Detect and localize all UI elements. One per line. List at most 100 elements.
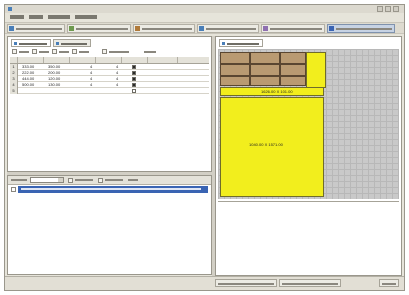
toolbar-button-label <box>76 28 128 30</box>
subbar-label <box>79 51 89 53</box>
strip-block[interactable]: 1626.00 X 101.00 <box>220 87 324 96</box>
toolbar-button[interactable] <box>7 24 65 33</box>
add-stock-icon[interactable] <box>68 178 73 183</box>
status-bar <box>5 276 404 290</box>
subbar-label <box>109 51 129 53</box>
tab-sheets[interactable] <box>53 39 91 47</box>
toolbar-button-label <box>16 28 62 30</box>
optimize-icon[interactable] <box>102 49 107 54</box>
column-header[interactable] <box>70 57 96 63</box>
status-field <box>279 279 341 287</box>
grid-header <box>10 57 209 64</box>
part-block[interactable] <box>220 64 250 76</box>
row-checkbox[interactable] <box>132 65 136 69</box>
title-bar <box>5 5 404 13</box>
column-header[interactable] <box>122 57 148 63</box>
subbar-label[interactable] <box>144 51 156 53</box>
menu-item[interactable] <box>48 15 70 19</box>
stock-select[interactable] <box>30 177 64 183</box>
layout-tab-icon <box>222 42 225 45</box>
column-header[interactable] <box>18 57 44 63</box>
toolbar-button[interactable] <box>67 24 131 33</box>
column-header[interactable] <box>96 57 122 63</box>
toolbar-button[interactable] <box>261 24 325 33</box>
subbar-label <box>105 179 123 181</box>
divider <box>218 201 399 202</box>
stock-label <box>11 179 27 181</box>
parts-tab-icon <box>14 42 17 45</box>
tool-icon <box>69 26 74 31</box>
column-header[interactable] <box>148 57 178 63</box>
part-block[interactable] <box>220 52 250 64</box>
status-text <box>218 283 274 285</box>
sheet-block[interactable]: 1040.00 X 1571.00 <box>220 97 324 197</box>
header-corner <box>10 57 18 63</box>
tab-label <box>227 43 259 45</box>
toolbar-button[interactable] <box>197 24 259 33</box>
tool-icon <box>263 26 268 31</box>
insert-icon[interactable] <box>52 49 57 54</box>
status-text <box>282 283 338 285</box>
tab-label <box>19 43 47 45</box>
stock-toolbar <box>8 176 211 185</box>
layout-pane: 1626.00 X 101.00 1040.00 X 1571.00 <box>215 36 402 276</box>
menu-item[interactable] <box>75 15 97 19</box>
tree-item-label <box>21 188 201 190</box>
toolbar-button-label <box>270 28 322 30</box>
toolbar-button-active[interactable] <box>327 24 395 33</box>
menu-item[interactable] <box>10 15 24 19</box>
part-block[interactable] <box>250 64 280 76</box>
part-block[interactable] <box>250 76 280 86</box>
tab-parts[interactable] <box>11 39 51 47</box>
toolbar-button-label <box>206 28 256 30</box>
tool-icon <box>135 26 140 31</box>
close-button[interactable] <box>393 6 399 12</box>
app-window: 1 333.00 350.00 4 4 2 222.00 200.00 4 4 … <box>4 4 405 291</box>
tab-layout-view[interactable] <box>219 39 263 47</box>
tree-expand-icon[interactable] <box>11 187 16 192</box>
row-number: 5 <box>10 88 18 94</box>
part-block[interactable] <box>220 76 250 86</box>
delete-stock-icon[interactable] <box>98 178 103 183</box>
sheet-dimension: 1040.00 X 1571.00 <box>249 142 283 147</box>
part-block[interactable] <box>250 52 280 64</box>
subbar-label <box>75 179 93 181</box>
sheets-tab-icon <box>56 42 59 45</box>
strip-dimension: 1626.00 X 101.00 <box>261 89 293 94</box>
stock-pane <box>7 175 212 275</box>
offcut-block[interactable] <box>306 52 326 88</box>
subbar-label <box>59 51 69 53</box>
table-row[interactable]: 5 <box>10 88 209 94</box>
layout-canvas[interactable]: 1626.00 X 101.00 1040.00 X 1571.00 <box>218 49 399 199</box>
add-icon[interactable] <box>32 49 37 54</box>
row-checkbox[interactable] <box>132 89 136 93</box>
subbar-label <box>19 51 29 53</box>
part-block[interactable] <box>280 52 306 64</box>
status-text <box>382 283 396 285</box>
minimize-button[interactable] <box>377 6 383 12</box>
delete-icon[interactable] <box>72 49 77 54</box>
toolbar-button-label <box>336 28 392 30</box>
layout-icon <box>329 26 334 31</box>
tab-label <box>61 43 87 45</box>
column-header[interactable] <box>44 57 70 63</box>
part-block[interactable] <box>280 64 306 76</box>
chevron-down-icon <box>58 178 63 182</box>
main-toolbar <box>5 22 404 34</box>
row-checkbox[interactable] <box>132 77 136 81</box>
row-checkbox[interactable] <box>132 83 136 87</box>
app-icon <box>8 7 12 11</box>
save-icon[interactable] <box>12 49 17 54</box>
menu-item[interactable] <box>29 15 43 19</box>
status-field <box>379 279 399 287</box>
part-block[interactable] <box>280 76 306 86</box>
toolbar-button[interactable] <box>133 24 195 33</box>
tool-icon <box>199 26 204 31</box>
row-checkbox[interactable] <box>132 71 136 75</box>
parts-pane: 1 333.00 350.00 4 4 2 222.00 200.00 4 4 … <box>7 36 212 172</box>
toolbar-button-label <box>142 28 192 30</box>
document-icon <box>9 26 14 31</box>
tree-item-selected[interactable] <box>18 186 208 193</box>
maximize-button[interactable] <box>385 6 391 12</box>
subbar-label[interactable] <box>128 179 138 181</box>
